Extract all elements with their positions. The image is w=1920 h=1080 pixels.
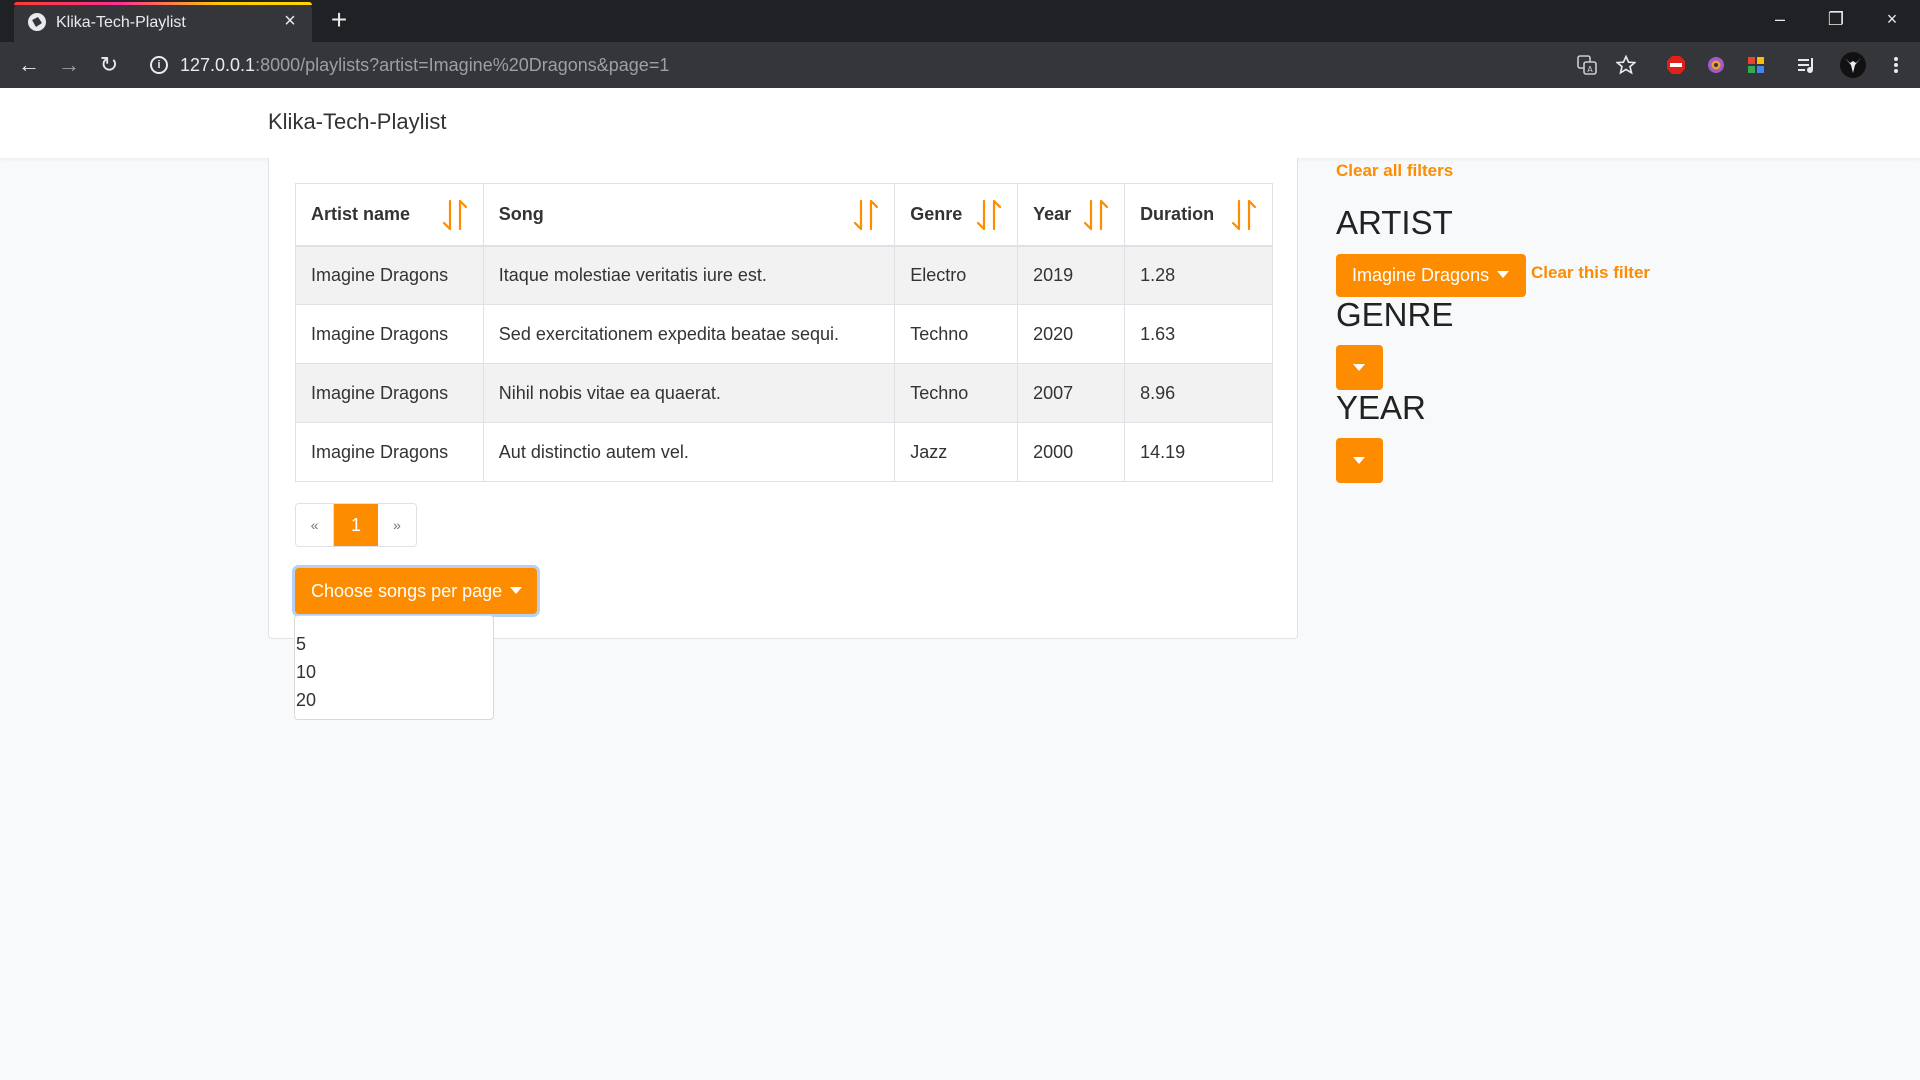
playlist-card: Artist name Song Genre Year Duration Ima… bbox=[268, 158, 1298, 639]
songs-per-page-label: Choose songs per page bbox=[311, 581, 503, 601]
genre-filter-dropdown[interactable] bbox=[1336, 345, 1383, 390]
back-icon[interactable]: ← bbox=[14, 50, 44, 80]
restore-icon[interactable]: ❐ bbox=[1808, 0, 1864, 40]
pagination-prev[interactable]: « bbox=[296, 504, 334, 546]
cell-duration: 1.63 bbox=[1124, 304, 1273, 364]
adblock-icon[interactable] bbox=[1666, 55, 1686, 75]
clear-artist-filter-link[interactable]: Clear this filter bbox=[1531, 263, 1650, 283]
column-header-artist[interactable]: Artist name bbox=[295, 183, 484, 247]
songs-per-page-menu: 5 10 20 bbox=[294, 615, 494, 720]
cell-year: 2020 bbox=[1017, 304, 1126, 364]
table-row: Imagine Dragons Nihil nobis vitae ea qua… bbox=[295, 363, 1273, 423]
cell-artist: Imagine Dragons bbox=[295, 245, 484, 305]
cell-genre: Techno bbox=[894, 304, 1019, 364]
sort-icon[interactable] bbox=[441, 198, 469, 232]
svg-text:A: A bbox=[1587, 65, 1593, 74]
forward-icon[interactable]: → bbox=[54, 50, 84, 80]
column-header-duration[interactable]: Duration bbox=[1124, 183, 1273, 247]
table-header-row: Artist name Song Genre Year Duration bbox=[295, 183, 1273, 247]
column-header-label: Genre bbox=[910, 203, 963, 224]
pagination-page-current[interactable]: 1 bbox=[334, 504, 378, 546]
year-filter-dropdown[interactable] bbox=[1336, 438, 1383, 483]
bookmark-star-icon[interactable] bbox=[1616, 55, 1636, 75]
tab-media-indicator bbox=[14, 2, 312, 5]
table-row: Imagine Dragons Aut distinctio autem vel… bbox=[295, 422, 1273, 482]
media-controls-icon[interactable] bbox=[1797, 55, 1817, 75]
browser-menu-icon[interactable] bbox=[1886, 55, 1906, 75]
year-filter-heading: YEAR bbox=[1336, 389, 1426, 426]
column-header-year[interactable]: Year bbox=[1017, 183, 1126, 247]
artist-filter-heading: ARTIST bbox=[1336, 204, 1453, 241]
sort-icon[interactable] bbox=[975, 198, 1003, 232]
url-path: :8000/playlists?artist=Imagine%20Dragons… bbox=[255, 55, 670, 75]
caret-down-icon bbox=[1353, 457, 1365, 464]
window-close-icon[interactable]: × bbox=[1864, 0, 1920, 40]
column-header-song[interactable]: Song bbox=[482, 183, 896, 247]
profile-avatar[interactable] bbox=[1839, 51, 1867, 79]
tab-title: Klika-Tech-Playlist bbox=[56, 14, 186, 31]
browser-toolbar: ← → ↻ i 127.0.0.1:8000/playlists?artist=… bbox=[0, 42, 1920, 88]
cell-year: 2000 bbox=[1017, 422, 1126, 482]
artist-filter-value: Imagine Dragons bbox=[1352, 265, 1490, 285]
close-tab-icon[interactable]: × bbox=[280, 11, 300, 31]
cell-duration: 8.96 bbox=[1124, 363, 1273, 423]
column-header-label: Year bbox=[1033, 203, 1072, 224]
cell-duration: 14.19 bbox=[1124, 422, 1273, 482]
column-header-label: Artist name bbox=[311, 203, 411, 224]
cell-artist: Imagine Dragons bbox=[295, 422, 484, 482]
cell-duration: 1.28 bbox=[1124, 245, 1273, 305]
column-header-label: Song bbox=[498, 203, 544, 224]
translate-icon[interactable]: A bbox=[1577, 55, 1597, 75]
site-navbar: Klika-Tech-Playlist bbox=[0, 88, 1920, 158]
per-page-option-20[interactable]: 20 bbox=[295, 686, 493, 714]
cell-song: Nihil nobis vitae ea quaerat. bbox=[482, 363, 896, 423]
url-text: 127.0.0.1:8000/playlists?artist=Imagine%… bbox=[180, 55, 669, 76]
artist-filter-dropdown[interactable]: Imagine Dragons bbox=[1336, 254, 1526, 297]
navbar-brand[interactable]: Klika-Tech-Playlist bbox=[268, 109, 447, 135]
column-header-genre[interactable]: Genre bbox=[894, 183, 1019, 247]
globe-icon bbox=[28, 13, 46, 31]
url-host: 127.0.0.1 bbox=[180, 55, 256, 75]
minimize-icon[interactable]: – bbox=[1752, 0, 1808, 40]
cell-artist: Imagine Dragons bbox=[295, 304, 484, 364]
table-row: Imagine Dragons Sed exercitationem exped… bbox=[295, 304, 1273, 364]
genre-filter-heading: GENRE bbox=[1336, 296, 1454, 333]
cell-year: 2019 bbox=[1017, 245, 1126, 305]
per-page-option-10[interactable]: 10 bbox=[295, 658, 493, 686]
extension-grid-icon[interactable] bbox=[1746, 55, 1766, 75]
cell-year: 2007 bbox=[1017, 363, 1126, 423]
cell-genre: Electro bbox=[894, 245, 1019, 305]
cell-song: Sed exercitationem expedita beatae sequi… bbox=[482, 304, 896, 364]
caret-down-icon bbox=[1353, 364, 1365, 371]
pagination-next[interactable]: » bbox=[378, 504, 416, 546]
address-bar[interactable]: i 127.0.0.1:8000/playlists?artist=Imagin… bbox=[140, 47, 1580, 83]
songs-per-page-button[interactable]: Choose songs per page bbox=[295, 568, 537, 614]
browser-tab[interactable]: Klika-Tech-Playlist × bbox=[14, 2, 312, 42]
browser-tab-bar: Klika-Tech-Playlist × + – ❐ × bbox=[0, 0, 1920, 42]
new-tab-icon[interactable]: + bbox=[326, 6, 352, 34]
clear-all-filters-link[interactable]: Clear all filters bbox=[1336, 161, 1453, 181]
extension-camera-icon[interactable] bbox=[1706, 55, 1726, 75]
table-row: Imagine Dragons Itaque molestiae veritat… bbox=[295, 245, 1273, 305]
sort-icon[interactable] bbox=[852, 198, 880, 232]
playlist-table: Artist name Song Genre Year Duration Ima… bbox=[295, 183, 1273, 482]
pagination: « 1 » bbox=[295, 503, 417, 547]
cell-song: Itaque molestiae veritatis iure est. bbox=[482, 245, 896, 305]
site-info-icon[interactable]: i bbox=[150, 56, 168, 74]
sort-icon[interactable] bbox=[1230, 198, 1258, 232]
caret-down-icon bbox=[1497, 271, 1510, 279]
reload-icon[interactable]: ↻ bbox=[94, 50, 124, 80]
cell-genre: Jazz bbox=[894, 422, 1019, 482]
cell-artist: Imagine Dragons bbox=[295, 363, 484, 423]
column-header-label: Duration bbox=[1140, 203, 1215, 224]
cell-song: Aut distinctio autem vel. bbox=[482, 422, 896, 482]
caret-down-icon bbox=[510, 587, 523, 595]
cell-genre: Techno bbox=[894, 363, 1019, 423]
sort-icon[interactable] bbox=[1082, 198, 1110, 232]
per-page-option-5[interactable]: 5 bbox=[295, 630, 493, 658]
